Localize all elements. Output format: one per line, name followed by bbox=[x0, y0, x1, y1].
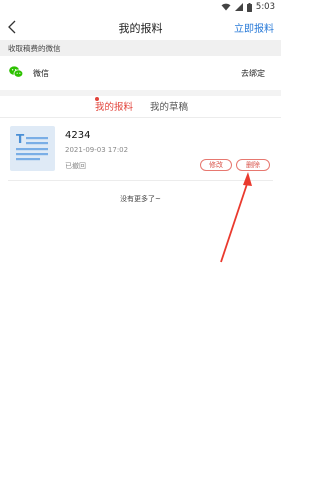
item-date: 2021-09-03 17:02 bbox=[65, 146, 129, 154]
wechat-section-title: 收取稿费的微信 bbox=[8, 44, 61, 53]
list-item[interactable]: T 4234 2021-09-03 17:02 已撤回 修改 删除 bbox=[0, 118, 281, 180]
tab-my-reports[interactable]: 我的报料 bbox=[95, 99, 133, 113]
document-thumbnail-icon: T bbox=[10, 126, 55, 171]
edit-button[interactable]: 修改 bbox=[200, 159, 232, 171]
no-more-text: 没有更多了~ bbox=[120, 195, 161, 203]
signal-icon bbox=[234, 3, 243, 11]
status-bar: 5:03 bbox=[0, 0, 281, 14]
submit-report-button[interactable]: 立即报料 bbox=[234, 20, 274, 35]
tab-my-drafts[interactable]: 我的草稿 bbox=[150, 99, 188, 113]
wechat-row[interactable]: 微信 去绑定 bbox=[0, 56, 281, 90]
nav-bar: 我的报料 立即报料 bbox=[0, 14, 281, 40]
delete-button[interactable]: 删除 bbox=[236, 159, 270, 171]
tab-bar: 我的报料 我的草稿 bbox=[0, 96, 281, 118]
wechat-section-header: 收取稿费的微信 bbox=[0, 40, 281, 56]
wechat-icon bbox=[9, 66, 23, 78]
bind-wechat-button[interactable]: 去绑定 bbox=[241, 68, 265, 79]
status-icons: 5:03 bbox=[221, 1, 275, 13]
svg-text:T: T bbox=[16, 132, 25, 146]
item-divider bbox=[8, 180, 273, 181]
item-title: 4234 bbox=[65, 130, 91, 141]
wifi-icon bbox=[221, 3, 231, 11]
wechat-label: 微信 bbox=[33, 69, 49, 78]
battery-icon bbox=[246, 2, 252, 12]
item-status: 已撤回 bbox=[65, 162, 86, 170]
status-time: 5:03 bbox=[255, 2, 275, 12]
